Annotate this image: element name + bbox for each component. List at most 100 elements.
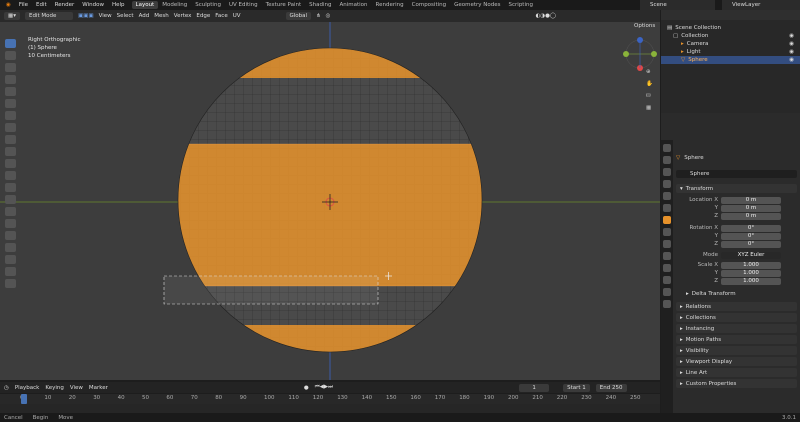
menu-window[interactable]: Window: [79, 2, 107, 8]
rotation-x-field[interactable]: 0°: [721, 224, 781, 232]
outliner-item-camera[interactable]: ▸ Camera ◉: [661, 40, 800, 48]
tab-sculpting[interactable]: Sculpting: [191, 1, 225, 9]
end-frame-field[interactable]: End 250: [595, 383, 627, 392]
pan-hand-icon[interactable]: ✋: [646, 78, 656, 90]
texture-tab-icon[interactable]: [663, 300, 671, 308]
viewport-menu-uv[interactable]: UV: [233, 13, 241, 19]
eye-icon[interactable]: ◉: [789, 41, 800, 47]
viewport-menu-vertex[interactable]: Vertex: [174, 13, 192, 19]
rip-region-tool-icon[interactable]: [5, 279, 16, 288]
loop-cut-tool-icon[interactable]: [5, 183, 16, 192]
frame-ruler[interactable]: 0102030405060708090100110120130140150160…: [0, 394, 660, 404]
panel-custom-properties[interactable]: ▸ Custom Properties: [676, 379, 797, 388]
outliner-item-light[interactable]: ▸ Light ◉: [661, 48, 800, 56]
object-tab-icon[interactable]: [663, 216, 671, 224]
transform-orientation[interactable]: Global: [285, 12, 312, 20]
delta-transform-subpanel[interactable]: ▸ Delta Transform: [686, 291, 736, 297]
playhead-indicator[interactable]: [21, 394, 27, 404]
timeline-menu-marker[interactable]: Marker: [89, 385, 108, 391]
cursor-tool-icon[interactable]: [5, 51, 16, 60]
proportional-edit-icon[interactable]: ◎: [326, 13, 331, 19]
camera-view-icon[interactable]: ⛁: [646, 90, 656, 102]
physics-tab-icon[interactable]: [663, 252, 671, 260]
tab-layout[interactable]: Layout: [131, 1, 159, 9]
inset-tool-icon[interactable]: [5, 159, 16, 168]
shrink-fatten-tool-icon[interactable]: [5, 255, 16, 264]
scale-y-field[interactable]: 1.000: [721, 269, 781, 277]
menu-help[interactable]: Help: [109, 2, 128, 8]
select-mode-icons[interactable]: ▣▣▣: [78, 13, 94, 19]
rotation-mode-dropdown[interactable]: XYZ Euler: [721, 251, 781, 259]
view-layer-selector[interactable]: ViewLayer: [722, 0, 800, 10]
menu-edit[interactable]: Edit: [33, 2, 50, 8]
tab-uv-editing[interactable]: UV Editing: [225, 1, 262, 9]
add-cube-tool-icon[interactable]: [5, 135, 16, 144]
extrude-tool-icon[interactable]: [5, 147, 16, 156]
record-icon[interactable]: ●: [304, 385, 309, 391]
select-box-tool-icon[interactable]: [5, 39, 16, 48]
tab-modeling[interactable]: Modeling: [158, 1, 191, 9]
rotation-z-field[interactable]: 0°: [721, 240, 781, 248]
panel-line-art[interactable]: ▸ Line Art: [676, 368, 797, 377]
snapping-icon[interactable]: ⋔: [316, 13, 321, 19]
viewport-menu-mesh[interactable]: Mesh: [154, 13, 168, 19]
editor-type-button[interactable]: ▦▾: [4, 12, 20, 20]
zoom-icon[interactable]: ⊕: [646, 66, 656, 78]
overlay-icons[interactable]: ◐◑●◯: [535, 13, 556, 19]
clock-icon[interactable]: ◷: [4, 385, 9, 391]
modifier-tab-icon[interactable]: [663, 228, 671, 236]
panel-instancing[interactable]: ▸ Instancing: [676, 324, 797, 333]
blender-logo-icon[interactable]: ◉: [3, 2, 14, 8]
panel-visibility[interactable]: ▸ Visibility: [676, 346, 797, 355]
tab-texture-paint[interactable]: Texture Paint: [262, 1, 306, 9]
scale-tool-icon[interactable]: [5, 87, 16, 96]
outliner-item-sphere[interactable]: ▽ Sphere ◉: [661, 56, 800, 64]
start-frame-field[interactable]: Start 1: [563, 383, 590, 392]
viewport-menu-view[interactable]: View: [99, 13, 112, 19]
location-x-field[interactable]: 0 m: [721, 196, 781, 204]
viewport-canvas[interactable]: [0, 22, 660, 380]
annotate-tool-icon[interactable]: [5, 111, 16, 120]
output-tab-icon[interactable]: [663, 168, 671, 176]
viewport-menu-edge[interactable]: Edge: [196, 13, 210, 19]
constraints-tab-icon[interactable]: [663, 264, 671, 272]
tab-animation[interactable]: Animation: [335, 1, 371, 9]
data-tab-icon[interactable]: [663, 276, 671, 284]
viewport-menu-add[interactable]: Add: [139, 13, 150, 19]
render-tab-icon[interactable]: [663, 156, 671, 164]
tab-shading[interactable]: Shading: [305, 1, 335, 9]
outliner-scene-collection[interactable]: ▤ Scene Collection: [661, 24, 800, 32]
panel-viewport-display[interactable]: ▸ Viewport Display: [676, 357, 797, 366]
measure-tool-icon[interactable]: [5, 123, 16, 132]
eye-icon[interactable]: ◉: [789, 49, 800, 55]
panel-relations[interactable]: ▸ Relations: [676, 302, 797, 311]
viewport-menu-select[interactable]: Select: [117, 13, 134, 19]
viewport-menu-face[interactable]: Face: [215, 13, 227, 19]
smooth-tool-icon[interactable]: [5, 231, 16, 240]
scene-selector[interactable]: Scene: [640, 0, 715, 10]
eye-icon[interactable]: ◉: [789, 33, 800, 39]
location-z-field[interactable]: 0 m: [721, 212, 781, 220]
eye-icon[interactable]: ◉: [789, 57, 800, 63]
move-tool-icon[interactable]: [5, 63, 16, 72]
particles-tab-icon[interactable]: [663, 240, 671, 248]
location-y-field[interactable]: 0 m: [721, 204, 781, 212]
scale-x-field[interactable]: 1.000: [721, 261, 781, 269]
edge-slide-tool-icon[interactable]: [5, 243, 16, 252]
menu-render[interactable]: Render: [52, 2, 78, 8]
poly-build-tool-icon[interactable]: [5, 207, 16, 216]
panel-collections[interactable]: ▸ Collections: [676, 313, 797, 322]
tab-rendering[interactable]: Rendering: [372, 1, 408, 9]
3d-viewport[interactable]: ⊕ ✋ ⛁ ▦ Options: [0, 22, 660, 380]
tool-tab-icon[interactable]: [663, 144, 671, 152]
panel-motion-paths[interactable]: ▸ Motion Paths: [676, 335, 797, 344]
playback-controls-icon[interactable]: ⏮◀▶⏭: [315, 384, 333, 391]
tab-compositing[interactable]: Compositing: [408, 1, 450, 9]
scene-tab-icon[interactable]: [663, 192, 671, 200]
rotation-y-field[interactable]: 0°: [721, 232, 781, 240]
bevel-tool-icon[interactable]: [5, 171, 16, 180]
timeline-menu-playback[interactable]: Playback: [15, 385, 40, 391]
rotate-tool-icon[interactable]: [5, 75, 16, 84]
outliner-collection[interactable]: ▢ Collection ◉: [661, 32, 800, 40]
material-tab-icon[interactable]: [663, 288, 671, 296]
